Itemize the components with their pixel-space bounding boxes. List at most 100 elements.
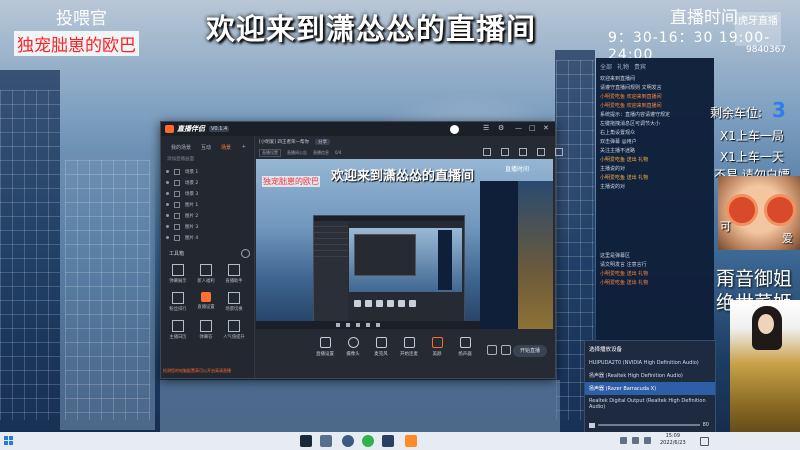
maximize-icon[interactable]: □ [529,124,536,132]
eye-icon[interactable] [166,192,169,195]
scene-item[interactable]: 图片 2 [161,210,254,221]
fullscreen-icon[interactable] [555,148,563,156]
more-icon[interactable] [501,345,511,355]
close-icon[interactable]: ✕ [543,124,549,132]
share-button[interactable]: 分享 [314,139,330,145]
sidebar-tab-active[interactable]: 场景 [221,144,231,151]
volume-icon[interactable] [644,437,651,444]
add-source-hint[interactable]: 添加直播画面 [161,153,254,166]
scene-item[interactable]: 图片 1 [161,199,254,210]
audio-device-option[interactable]: Realtek Digital Output (Realtek High Def… [585,395,715,413]
eye-icon[interactable] [166,236,169,239]
stream-title[interactable]: [小明爱] 四王者荣一帮你 [259,139,309,145]
beauty-button[interactable]: 美颜 [423,337,451,357]
scene-item[interactable]: 场景 1 [161,166,254,177]
eye-icon[interactable] [166,203,169,206]
stream-settings-button[interactable]: 直播设置 [311,337,339,357]
live-companion-window[interactable]: 直播伴侣 V0.1.4 ☰ ⚙ — □ ✕ 我的场景 互动 场景 + 添加直播画… [160,121,563,379]
tool-danmu-answer[interactable]: 弹幕答 [195,320,217,340]
sidebar-tab[interactable]: 互动 [201,144,211,151]
co-stream-button[interactable]: 开始连麦 [395,337,423,357]
tool-live-assistant[interactable]: 直播助手 [223,264,245,284]
tool-scene-switch[interactable]: 场景切换 [223,292,245,312]
live-companion-taskbar-icon[interactable] [405,435,417,447]
camera-button[interactable]: 摄像头 [339,337,367,357]
scene-item[interactable]: 场景 3 [161,188,254,199]
lock-icon[interactable] [174,234,180,241]
app-titlebar[interactable]: 直播伴侣 V0.1.4 [161,122,555,136]
eye-icon[interactable] [166,170,169,173]
lock-icon[interactable] [174,168,180,175]
eye-icon[interactable] [166,225,169,228]
link-icon [403,337,415,348]
stream-settings-button[interactable]: 直播设置 [259,148,281,157]
browser-icon[interactable] [342,435,354,447]
audio-device-option-selected[interactable]: 扬声器 (Razer Barracuda X) [585,382,715,395]
chat-message: 右上角设置观众 [600,130,636,136]
glasses-icon [764,194,796,226]
tool-live-settings[interactable]: 直播设置 [195,292,217,310]
refresh-icon[interactable] [537,148,545,156]
chat-tab[interactable]: 贵宾 [634,62,646,71]
scene-item[interactable]: 图片 3 [161,221,254,232]
chat-message: 关注主播不迷路 [600,148,636,154]
sidebar-footer-tip[interactable]: 检测您的电脑配置高可以开启高清直播 [163,368,251,374]
tool-popularity[interactable]: 人气值提升 [223,320,245,340]
settings-icon[interactable] [487,345,497,355]
eye-icon[interactable] [166,181,169,184]
room-info-link[interactable]: 直播信息 [313,150,329,156]
chat-tab[interactable]: 全部 [600,62,612,71]
user-avatar[interactable] [450,125,459,134]
tool-calendar[interactable]: 主播日历 [167,320,189,340]
network-icon[interactable] [632,437,639,444]
tool-newbie-gift[interactable]: 新人福利 [195,264,217,284]
lock-icon[interactable] [174,223,180,230]
layout-icon[interactable] [483,148,491,156]
steam-icon[interactable] [300,435,312,447]
scene-label: 场景 3 [185,191,199,197]
app-icon[interactable] [320,435,332,447]
minimize-icon[interactable]: — [515,124,522,132]
tool-danmu-display[interactable]: 弹幕展示 [167,264,189,284]
lock-icon[interactable] [501,148,509,156]
chat-tab[interactable]: 礼物 [617,62,629,71]
chat-message: 左键拖拽消息区可调节大小 [600,121,661,127]
chat-message: 欢迎来到直播间 [600,76,636,82]
live-preview-canvas[interactable]: 独宠朏崽的欧巴 欢迎来到潇怂怂的直播间 直播时间 [256,159,553,329]
preview-toolbar [483,148,563,156]
audio-device-popup[interactable]: 选择播放设备 HUIPUDA2T0 (NVIDIA High Definitio… [584,340,716,434]
windows-start-icon[interactable] [4,436,14,446]
wechat-icon[interactable] [362,435,374,447]
wallpaper-building-windows [65,160,150,420]
speaker-icon[interactable] [589,422,595,428]
decor-text-1: 甭音御姐 [716,268,793,290]
menu-icon[interactable]: ☰ [483,124,489,132]
add-scene-icon[interactable]: + [242,144,246,151]
toolbox-toggle-icon[interactable] [241,249,250,258]
speaker-button[interactable]: 扬声器 [451,337,479,357]
audio-device-option[interactable]: 扬声器 (Realtek High Definition Audio) [585,369,715,382]
mic-icon [431,337,443,348]
volume-slider[interactable] [598,424,700,426]
microphone-button[interactable]: 麦克风 [367,337,395,357]
app-icon[interactable] [382,435,394,447]
scene-item[interactable]: 场景 2 [161,177,254,188]
sidebar-tab[interactable]: 我的场景 [171,144,191,151]
screenshot-icon[interactable] [519,148,527,156]
tool-icon [172,264,184,276]
tool-fan-rank[interactable]: 粉丝排行 [167,292,189,312]
start-live-button[interactable]: 开始直播 [513,345,547,357]
lock-icon[interactable] [174,179,180,186]
lock-icon[interactable] [174,201,180,208]
taskbar-clock[interactable]: 15:09 2022/6/23 [660,433,686,447]
preview-taskbar [256,321,480,329]
notification-icon[interactable] [700,437,709,446]
announcement-link[interactable]: 直播间公告 [287,150,307,156]
lock-icon[interactable] [174,190,180,197]
settings-icon[interactable]: ⚙ [498,124,504,132]
eye-icon[interactable] [166,214,169,217]
lock-icon[interactable] [174,212,180,219]
tray-icon[interactable] [620,437,627,444]
audio-device-option[interactable]: HUIPUDA2T0 (NVIDIA High Definition Audio… [585,357,715,369]
scene-item[interactable]: 图片 4 [161,232,254,243]
